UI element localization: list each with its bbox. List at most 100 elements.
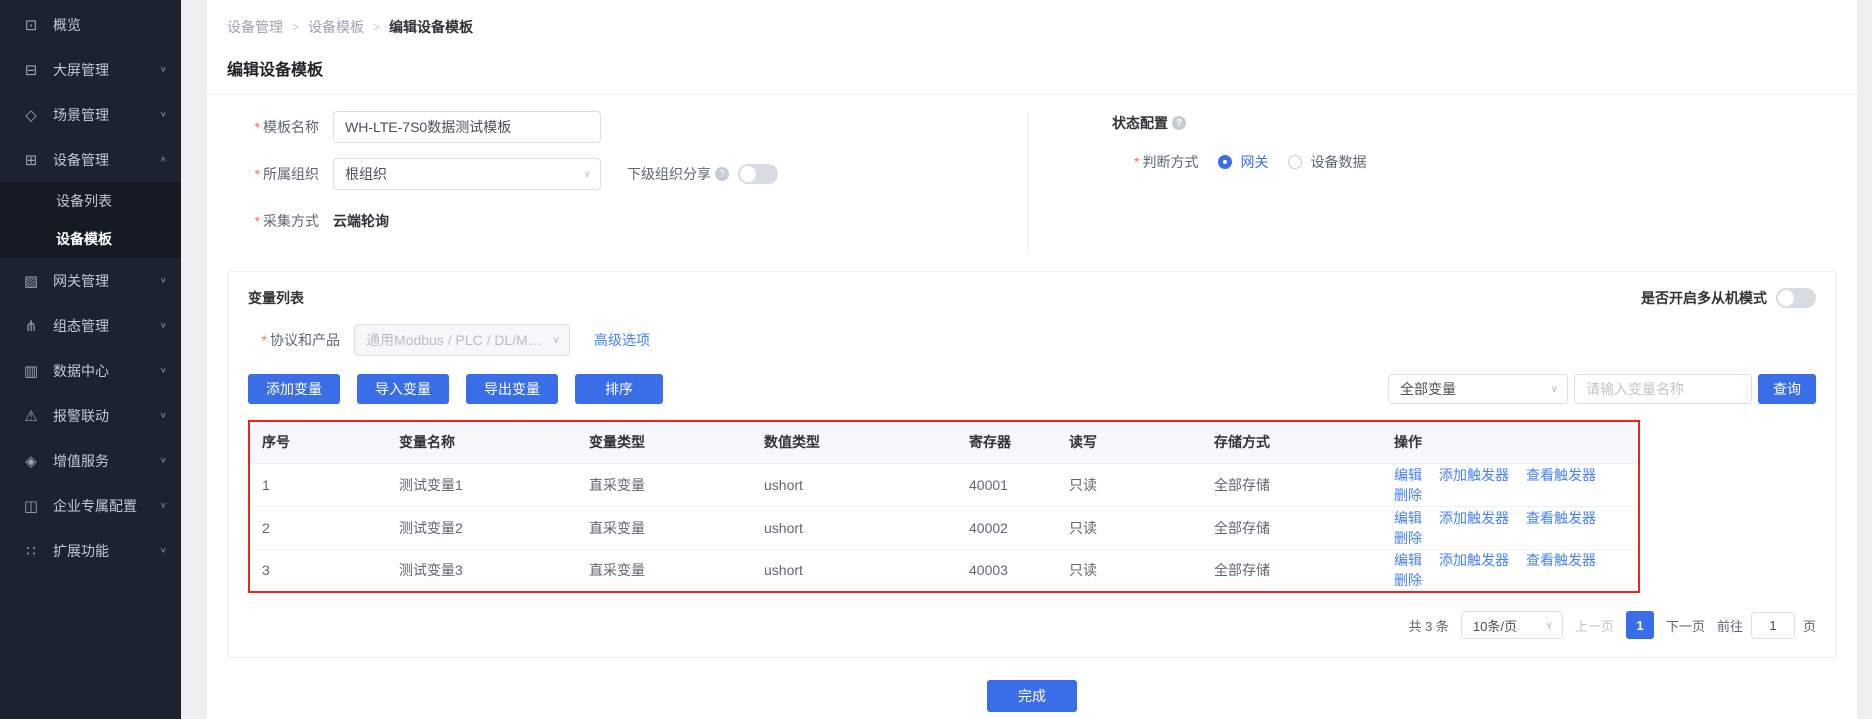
table-cell: 40003 (957, 549, 1057, 592)
edit-link[interactable]: 编辑 (1394, 552, 1422, 568)
chevron-down-icon: ∨ (553, 335, 560, 346)
sidebar-item-configuration-management[interactable]: ⋔组态管理∨ (0, 303, 181, 348)
chevron-up-icon: ∧ (160, 155, 167, 164)
share-toggle[interactable] (738, 164, 778, 184)
pagination-total: 共 3 条 (1408, 616, 1448, 635)
chevron-down-icon: ∨ (160, 110, 167, 119)
sidebar-item-device-template[interactable]: 设备模板 (0, 220, 181, 258)
column-header: 变量类型 (577, 421, 752, 463)
page-size-value: 10条/页 (1473, 616, 1517, 635)
view-trigger-link[interactable]: 查看触发器 (1526, 510, 1596, 526)
template-name-input[interactable] (333, 111, 601, 143)
sidebar-item-screen-management[interactable]: ⊟大屏管理∨ (0, 47, 181, 92)
radio-dot-icon (1288, 155, 1302, 169)
add-variable-button[interactable]: 添加变量 (248, 374, 340, 404)
next-page-button[interactable]: 下一页 (1666, 616, 1705, 635)
sidebar-item-extended-functions[interactable]: ∷扩展功能∨ (0, 528, 181, 573)
radio-dot-icon (1218, 155, 1232, 169)
app-root: ⊡概览⊟大屏管理∨◇场景管理∨⊞设备管理∧设备列表设备模板▨网关管理∨⋔组态管理… (0, 0, 1872, 719)
edit-link[interactable]: 编辑 (1394, 467, 1422, 483)
sidebar-item-value-added-service[interactable]: ◈增值服务∨ (0, 438, 181, 483)
query-button[interactable]: 查询 (1758, 374, 1816, 404)
table-cell: 只读 (1057, 506, 1202, 549)
judge-mode-row: *判断方式 网关 设备数据 (1112, 152, 1837, 172)
table-actions-cell: 编辑 添加触发器 查看触发器删除 (1382, 506, 1639, 549)
protocol-label: *协议和产品 (248, 330, 340, 350)
sidebar-item-overview[interactable]: ⊡概览 (0, 2, 181, 47)
multi-slave-toggle[interactable] (1776, 288, 1816, 308)
multi-slave-group: 是否开启多从机模式 (1641, 288, 1816, 308)
table-cell: 测试变量1 (387, 463, 577, 506)
radio-gateway[interactable]: 网关 (1218, 152, 1268, 172)
extension-icon: ∷ (22, 542, 40, 560)
required-asterisk: * (1134, 154, 1139, 170)
table-cell: 测试变量3 (387, 549, 577, 592)
sidebar-item-label: 扩展功能 (53, 541, 160, 561)
table-cell: 全部存储 (1202, 549, 1382, 592)
breadcrumb-separator: > (373, 20, 380, 34)
sidebar-item-device-management[interactable]: ⊞设备管理∧ (0, 137, 181, 182)
gateway-icon: ▨ (22, 272, 40, 290)
advanced-options-link[interactable]: 高级选项 (594, 330, 650, 350)
sidebar-item-label: 企业专属配置 (53, 496, 160, 516)
chevron-down-icon: ∨ (160, 321, 167, 330)
delete-link[interactable]: 删除 (1394, 572, 1422, 588)
alarm-icon: ⚠ (22, 407, 40, 425)
sidebar-item-data-center[interactable]: ▥数据中心∨ (0, 348, 181, 393)
add-trigger-link[interactable]: 添加触发器 (1439, 552, 1509, 568)
breadcrumb-item[interactable]: 设备管理 (227, 17, 283, 37)
scene-icon: ◇ (22, 106, 40, 124)
table-cell: 只读 (1057, 549, 1202, 592)
prev-page-button[interactable]: 上一页 (1575, 616, 1614, 635)
done-button[interactable]: 完成 (987, 680, 1077, 712)
sidebar-item-alarm-linkage[interactable]: ⚠报警联动∨ (0, 393, 181, 438)
organization-select[interactable]: 根组织 ∨ (333, 158, 601, 190)
sidebar-item-label: 报警联动 (53, 406, 160, 426)
required-asterisk: * (255, 213, 260, 229)
pagination: 共 3 条 10条/页 ∨ 上一页 1 下一页 前往 页 (248, 611, 1816, 639)
sidebar-item-label: 概览 (53, 15, 167, 35)
delete-link[interactable]: 删除 (1394, 487, 1422, 503)
table-cell: ushort (752, 549, 957, 592)
chevron-down-icon: ∨ (160, 65, 167, 74)
variable-search-input[interactable] (1574, 374, 1752, 404)
column-header: 寄存器 (957, 421, 1057, 463)
sidebar-item-label: 场景管理 (53, 105, 160, 125)
sidebar-item-enterprise-config[interactable]: ◫企业专属配置∨ (0, 483, 181, 528)
view-trigger-link[interactable]: 查看触发器 (1526, 467, 1596, 483)
column-header: 存储方式 (1202, 421, 1382, 463)
edit-link[interactable]: 编辑 (1394, 510, 1422, 526)
column-header: 数值类型 (752, 421, 957, 463)
sidebar-item-scene-management[interactable]: ◇ 场景管理∨ (0, 92, 181, 137)
sidebar: ⊡概览⊟大屏管理∨◇场景管理∨⊞设备管理∧设备列表设备模板▨网关管理∨⋔组态管理… (0, 0, 181, 719)
share-label: 下级组织分享 (627, 164, 711, 184)
breadcrumb-separator: > (292, 20, 299, 34)
table-cell: 测试变量2 (387, 506, 577, 549)
current-page-button[interactable]: 1 (1626, 611, 1654, 639)
table-cell: 直采变量 (577, 549, 752, 592)
import-variable-button[interactable]: 导入变量 (357, 374, 449, 404)
variable-filter-value: 全部变量 (1400, 379, 1456, 399)
help-icon[interactable]: ? (1172, 116, 1186, 130)
sidebar-item-gateway-management[interactable]: ▨网关管理∨ (0, 258, 181, 303)
table-cell: 1 (249, 463, 387, 506)
export-variable-button[interactable]: 导出变量 (466, 374, 558, 404)
sidebar-item-label: 数据中心 (53, 361, 160, 381)
delete-link[interactable]: 删除 (1394, 530, 1422, 546)
goto-page-input[interactable] (1751, 612, 1795, 639)
variable-filter-select[interactable]: 全部变量 ∨ (1388, 374, 1568, 404)
table-cell: 40002 (957, 506, 1057, 549)
add-trigger-link[interactable]: 添加触发器 (1439, 467, 1509, 483)
breadcrumb-item[interactable]: 设备模板 (308, 17, 364, 37)
help-icon[interactable]: ? (715, 167, 729, 181)
chevron-down-icon: ∨ (160, 366, 167, 375)
protocol-select: 通用Modbus / PLC / DL/Modbus/Modbus R1 ∨ (354, 324, 570, 356)
sort-button[interactable]: 排序 (575, 374, 663, 404)
table-actions-cell: 编辑 添加触发器 查看触发器删除 (1382, 549, 1639, 592)
variable-list-panel: 变量列表 是否开启多从机模式 *协议和产品 通用Modbus / PLC / D… (227, 271, 1837, 658)
sidebar-item-device-list[interactable]: 设备列表 (0, 182, 181, 220)
add-trigger-link[interactable]: 添加触发器 (1439, 510, 1509, 526)
page-size-select[interactable]: 10条/页 ∨ (1461, 611, 1563, 639)
radio-device-data[interactable]: 设备数据 (1288, 152, 1366, 172)
view-trigger-link[interactable]: 查看触发器 (1526, 552, 1596, 568)
